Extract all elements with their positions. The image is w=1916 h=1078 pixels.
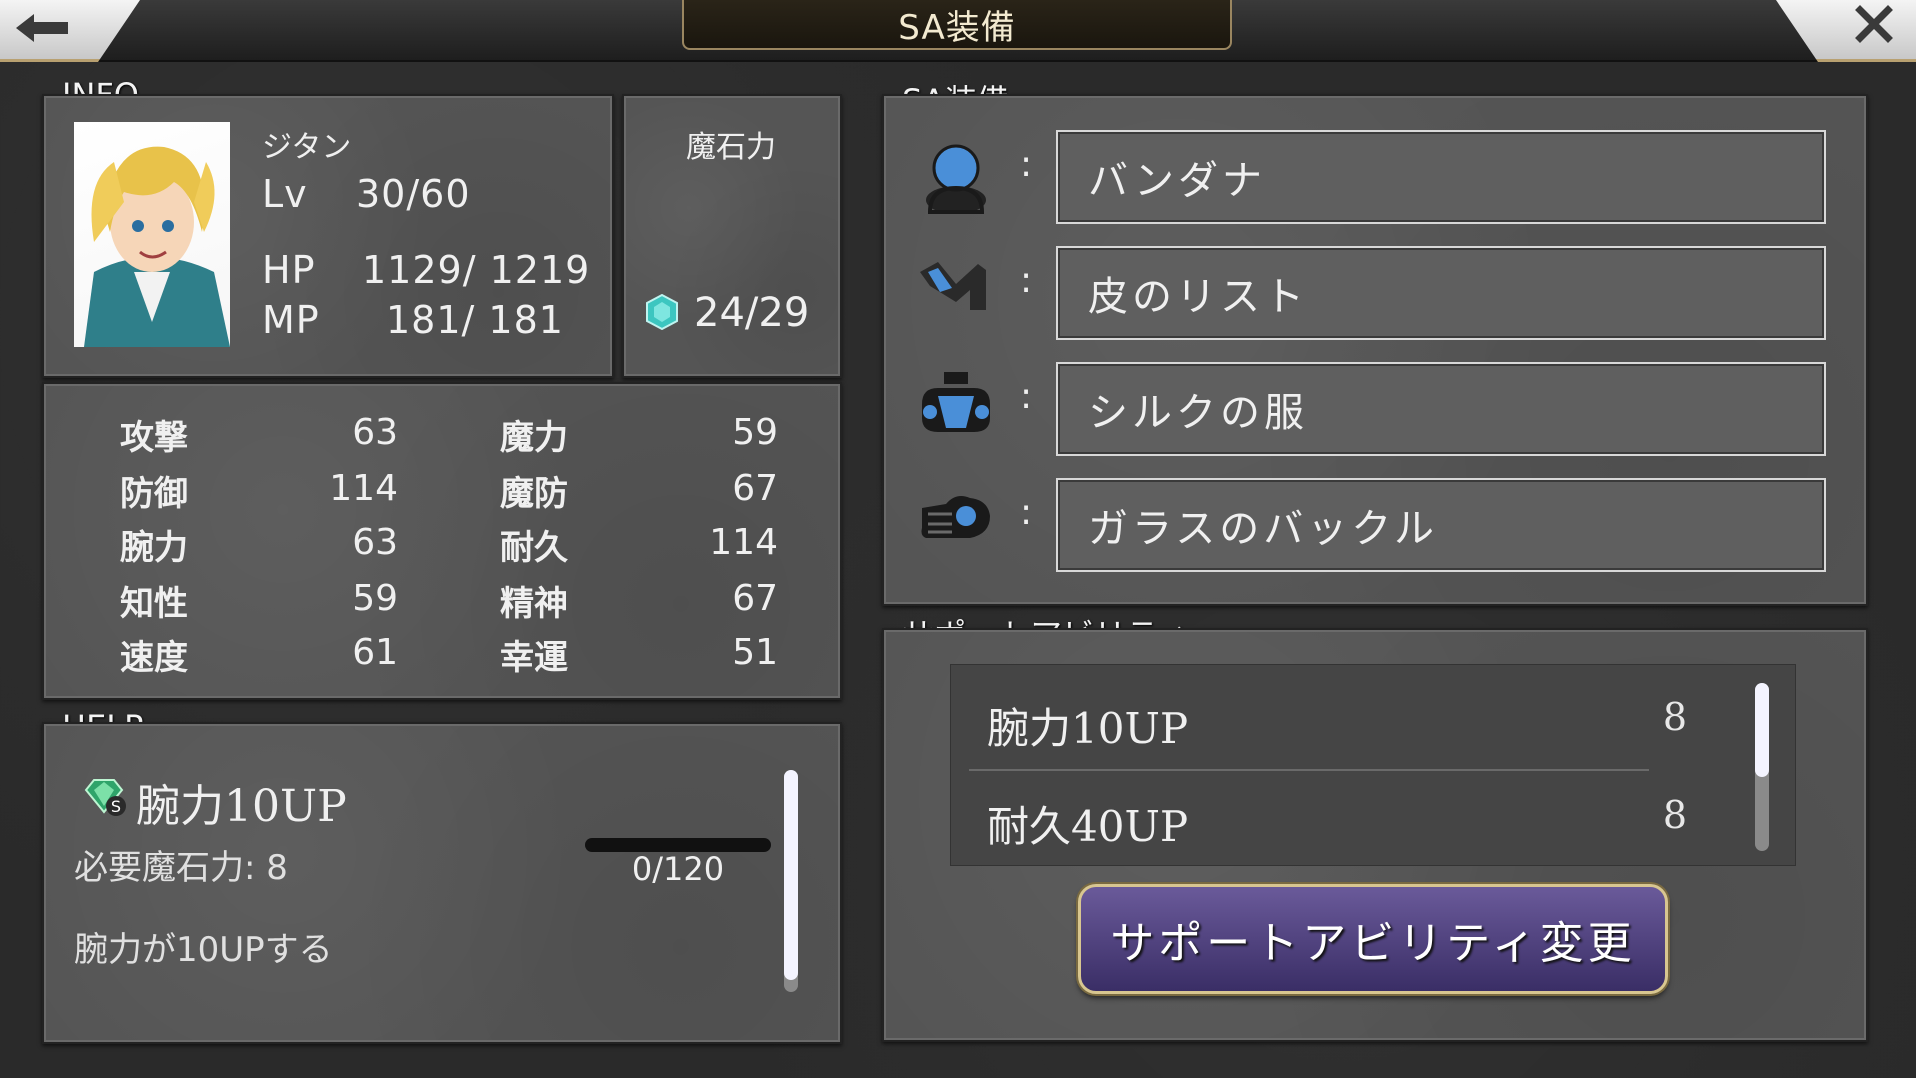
change-support-ability-label: サポートアビリティ変更: [1110, 918, 1636, 969]
equip-name-body[interactable]: シルクの服: [1056, 362, 1826, 456]
stat-label: 腕力: [120, 528, 188, 568]
support-ability-name: 耐久40UP: [987, 802, 1189, 851]
support-ability-item[interactable]: 腕力10UP 8: [987, 695, 1687, 756]
stat-label: 防御: [120, 474, 188, 514]
hp-value: 1129/ 1219: [362, 248, 591, 292]
help-ability-name: 腕力10UP: [136, 781, 347, 832]
level-label: Lv: [262, 172, 308, 216]
stat-label: 攻撃: [120, 418, 188, 458]
stat-label: 精神: [500, 584, 568, 624]
screen-title-text: SA装備: [898, 7, 1016, 48]
screen-title: SA装備: [682, 0, 1232, 50]
change-support-ability-button[interactable]: サポートアビリティ変更: [1078, 884, 1668, 994]
stat-value: 114: [709, 522, 778, 563]
arm-icon: [916, 250, 996, 330]
stat-label: 耐久: [500, 528, 568, 568]
stat-value: 67: [732, 578, 778, 619]
support-ability-item[interactable]: 耐久40UP 8: [987, 793, 1687, 854]
stat-value: 114: [329, 468, 398, 509]
list-divider: [969, 769, 1649, 771]
stat-label: 速度: [120, 638, 188, 678]
mastone-value: 24/29: [694, 290, 810, 336]
body-armor-icon: [916, 366, 996, 446]
close-icon: [1854, 4, 1894, 55]
hp-label: HP: [262, 248, 316, 292]
stat-value: 63: [352, 412, 398, 453]
head-icon: [916, 138, 996, 218]
mp-label: MP: [262, 298, 320, 342]
equip-name-accessory[interactable]: ガラスのバックル: [1056, 478, 1826, 572]
equip-name-head[interactable]: バンダナ: [1056, 130, 1826, 224]
character-portrait: [74, 122, 230, 347]
equip-colon: :: [1020, 492, 1033, 533]
ability-gem-icon: S: [80, 776, 128, 822]
stat-value: 67: [732, 468, 778, 509]
support-ability-name: 腕力10UP: [987, 704, 1189, 753]
help-scrollbar-thumb[interactable]: [784, 770, 798, 980]
stat-value: 59: [352, 578, 398, 619]
equip-colon: :: [1020, 376, 1033, 417]
accessory-icon: [916, 478, 996, 558]
help-progress-text: 0/120: [631, 850, 725, 888]
stat-value: 51: [732, 632, 778, 673]
stat-value: 59: [732, 412, 778, 453]
mp-value: 181/ 181: [386, 298, 564, 342]
equip-name-arm[interactable]: 皮のリスト: [1056, 246, 1826, 340]
stat-label: 魔防: [500, 474, 568, 514]
support-ability-list: 腕力10UP 8 耐久40UP 8: [950, 664, 1796, 866]
level-value: 30/60: [356, 172, 471, 216]
stat-label: 幸運: [500, 638, 568, 678]
equip-colon: :: [1020, 144, 1033, 185]
stat-label: 魔力: [500, 418, 568, 458]
mastone-label: 魔石力: [686, 130, 776, 165]
equip-colon: :: [1020, 260, 1033, 301]
support-ability-cost: 8: [1662, 695, 1687, 739]
mastone-gem-icon: [644, 293, 680, 331]
svg-text:S: S: [111, 797, 121, 816]
character-name: ジタン: [262, 130, 352, 165]
help-cost: 必要魔石力: 8: [74, 848, 288, 888]
left-arrow-icon: [14, 4, 70, 55]
stat-value: 61: [352, 632, 398, 673]
stat-value: 63: [352, 522, 398, 563]
help-description: 腕力が10UPする: [74, 930, 333, 970]
support-scrollbar-thumb[interactable]: [1755, 683, 1769, 777]
support-ability-cost: 8: [1662, 793, 1687, 837]
stat-label: 知性: [120, 584, 188, 624]
